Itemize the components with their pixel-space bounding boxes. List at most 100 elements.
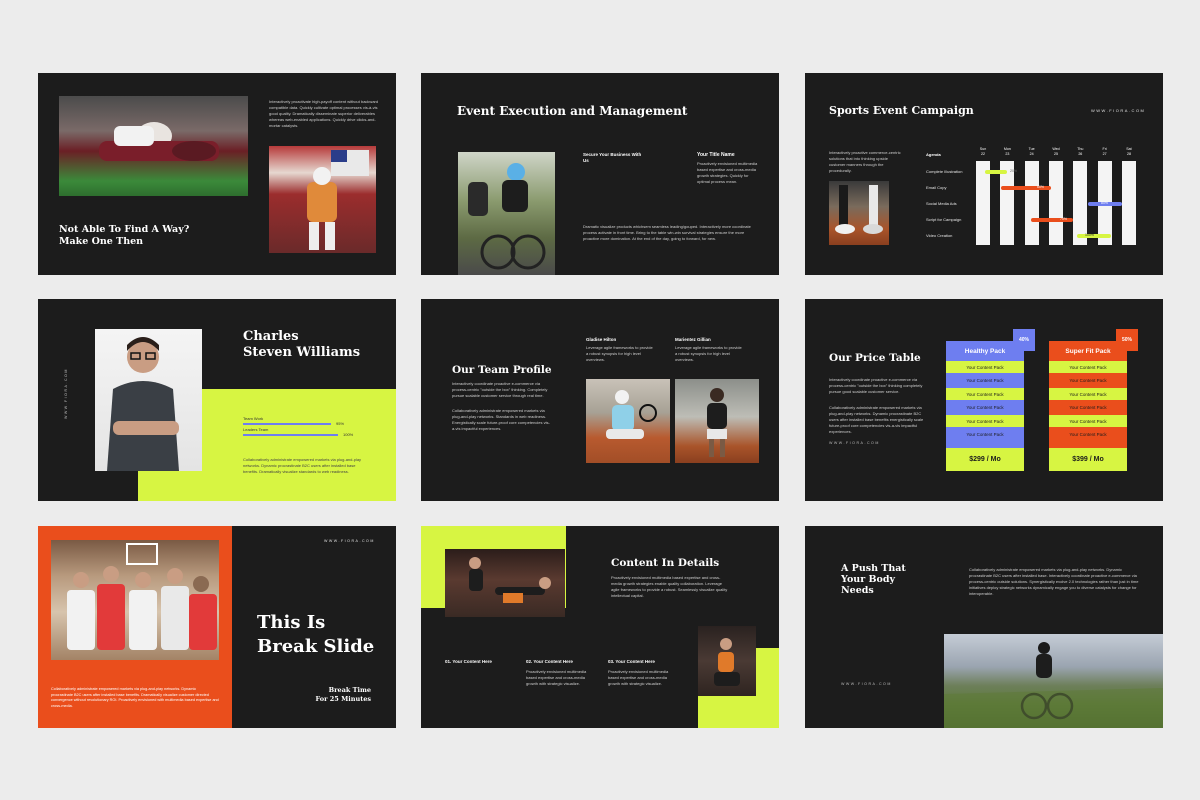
slide3-body: Interactively proactive commerce-centric… bbox=[829, 150, 901, 173]
slide-not-able-to-find-a-way[interactable]: Interactively proactivate high-payoff co… bbox=[38, 73, 396, 275]
gantt-date: 27 bbox=[1102, 152, 1107, 156]
plan-feature-row: Your Content Pack bbox=[1049, 388, 1127, 400]
slide2-title: Event Execution and Management bbox=[457, 104, 688, 118]
slide9-site: WWW.FIORA.COM bbox=[841, 682, 892, 686]
slide2-col2-title: Your Title Name bbox=[697, 152, 735, 158]
slide4-vertical-site: WWW.FIORA.COM bbox=[64, 368, 68, 419]
gantt-date: 24 bbox=[1029, 152, 1034, 156]
slide4-body: Collaboratively administrate empowered m… bbox=[243, 457, 362, 474]
slide5-body1: Interactively coordinate proactive e-com… bbox=[452, 381, 548, 398]
gantt-bar-label: 60% bbox=[1037, 185, 1045, 189]
plan-price: $299 / Mo bbox=[946, 448, 1024, 471]
gantt-bar bbox=[985, 170, 1007, 174]
slide8-title: Content In Details bbox=[611, 557, 720, 569]
slide-a-push-that-your-body-needs[interactable]: A Push That Your Body Needs Collaborativ… bbox=[805, 526, 1163, 728]
tennis-player-photo bbox=[586, 379, 670, 463]
slide6-site: WWW.FIORA.COM bbox=[829, 441, 880, 445]
gantt-date: 26 bbox=[1078, 152, 1083, 156]
gantt-task: Email Copy bbox=[926, 185, 947, 190]
gantt-task: Script for Campaign bbox=[926, 217, 962, 222]
member2-name: Marientez Gillian bbox=[675, 337, 711, 342]
gantt-bar bbox=[1077, 234, 1111, 238]
basketball-team-photo bbox=[51, 540, 219, 660]
slide7-title-line2: Break Slide bbox=[257, 636, 375, 657]
slide-sports-event-campaign[interactable]: Sports Event Campaign WWW.FIORA.COM Inte… bbox=[805, 73, 1163, 275]
cyclist-field-photo bbox=[944, 634, 1163, 728]
slide7-subtitle-line2: For 25 Minutes bbox=[315, 695, 371, 703]
member1-name: Gladise Hilton bbox=[586, 337, 617, 342]
content-item-body: Proactively envisioned multimedia based … bbox=[608, 669, 669, 686]
slide2-col1-title: Secure Your Business With Us bbox=[583, 152, 642, 163]
skill-label: Leaders Team bbox=[243, 427, 269, 432]
slide-our-price-table[interactable]: Our Price Table Interactively coordinate… bbox=[805, 299, 1163, 501]
gantt-date: 23 bbox=[1005, 152, 1010, 156]
slide8-body: Proactively envisioned multimedia based … bbox=[611, 575, 728, 598]
slide6-title: Our Price Table bbox=[829, 352, 921, 364]
slide3-site: WWW.FIORA.COM bbox=[1091, 108, 1146, 113]
slide5-title: Our Team Profile bbox=[452, 364, 552, 376]
charles-portrait-photo bbox=[95, 329, 202, 471]
slide5-body2: Collaboratively administrate empowered m… bbox=[452, 408, 550, 431]
content-item-title: 03. Your Content Here bbox=[608, 659, 655, 664]
plan-price: $399 / Mo bbox=[1049, 448, 1127, 471]
gantt-agenda-header: Agenda bbox=[926, 152, 941, 157]
skill-bar bbox=[243, 434, 338, 436]
plan-discount-badge: 50% bbox=[1116, 329, 1138, 351]
price-card-super-fit[interactable]: Super Fit Pack Your Content Pack Your Co… bbox=[1049, 341, 1127, 471]
plan-feature-row: Your Content Pack bbox=[1049, 374, 1127, 387]
gantt-task: Video Creation bbox=[926, 233, 953, 238]
slide1-body-text: Interactively proactivate high-payoff co… bbox=[269, 99, 379, 128]
slide7-title-line1: This Is bbox=[257, 612, 326, 633]
gantt-bar-label: 100% bbox=[1085, 233, 1094, 237]
slide9-title-line1: A Push That bbox=[841, 563, 906, 574]
skill-label: Team Work bbox=[243, 416, 264, 421]
content-item-title: 02. Your Content Here bbox=[526, 659, 573, 664]
plan-feature-row: Your Content Pack bbox=[946, 428, 1024, 441]
plan-feature-row: Your Content Pack bbox=[1049, 415, 1127, 427]
football-flag-photo bbox=[269, 146, 376, 253]
gantt-task: Complete Illustration bbox=[926, 169, 963, 174]
squash-player-photo bbox=[675, 379, 759, 463]
plan-feature-row: Your Content Pack bbox=[946, 415, 1024, 427]
football-tackle-photo bbox=[59, 96, 248, 196]
member2-body: Leverage agile frameworks to provide a r… bbox=[675, 345, 742, 362]
plan-feature-row: Your Content Pack bbox=[946, 388, 1024, 400]
skill-bar bbox=[243, 423, 331, 425]
gantt-date: 25 bbox=[1053, 152, 1058, 156]
price-card-healthy[interactable]: Healthy Pack Your Content Pack Your Cont… bbox=[946, 341, 1024, 471]
slide-event-execution[interactable]: Event Execution and Management Secure Yo… bbox=[421, 73, 779, 275]
slide6-body2: Collaboratively administrate empowered m… bbox=[829, 405, 924, 434]
content-item-body: Proactively envisioned multimedia based … bbox=[526, 669, 587, 686]
gantt-bar-label: 20% bbox=[1010, 169, 1018, 173]
sneakers-photo bbox=[829, 181, 889, 245]
plan-feature-row: Your Content Pack bbox=[1049, 361, 1127, 373]
slide6-body1: Interactively coordinate proactive e-com… bbox=[829, 377, 923, 394]
slide-break[interactable]: Collaboratively administrate empowered m… bbox=[38, 526, 396, 728]
gantt-date: 22 bbox=[981, 152, 985, 156]
plan-feature-row: Your Content Pack bbox=[946, 401, 1024, 414]
plan-discount-badge: 40% bbox=[1013, 329, 1035, 351]
slide9-title-line3: Needs bbox=[841, 585, 874, 596]
slide2-col2-body: Proactively envisioned multimedia based … bbox=[697, 161, 758, 184]
gantt-bar-label: 80% bbox=[1101, 201, 1109, 205]
member1-body: Leverage agile frameworks to provide a r… bbox=[586, 345, 653, 362]
gantt-day-headers: Sun 22 Mon 23 Tue 24 Wed 25 Thu 26 Fri 27 Sat 2… bbox=[976, 147, 1136, 157]
slide7-subtitle-line1: Break Time bbox=[328, 686, 371, 694]
plan-feature-row: Your Content Pack bbox=[1049, 401, 1127, 414]
slide-content-in-details[interactable]: Content In Details Proactively envisione… bbox=[421, 526, 779, 728]
plan-feature-row: Your Content Pack bbox=[946, 374, 1024, 387]
slide4-name-line1: Charles bbox=[243, 329, 299, 344]
cyclists-photo bbox=[458, 152, 555, 275]
gym-woman-photo bbox=[698, 626, 756, 696]
slide-charles-profile[interactable]: WWW.FIORA.COM Charles Steven Williams Te… bbox=[38, 299, 396, 501]
slide3-title: Sports Event Campaign bbox=[829, 104, 974, 117]
skill-value: 95% bbox=[336, 421, 345, 426]
slide7-site: WWW.FIORA.COM bbox=[324, 539, 375, 543]
slide9-body: Collaboratively administrate empowered m… bbox=[969, 567, 1139, 596]
slide2-body: Dramatic visualize products whichsem sea… bbox=[583, 224, 751, 241]
slide-our-team-profile[interactable]: Our Team Profile Interactively coordinat… bbox=[421, 299, 779, 501]
gym-trainer-photo bbox=[445, 549, 565, 617]
skill-value: 100% bbox=[343, 432, 354, 437]
gantt-date: 28 bbox=[1126, 152, 1131, 156]
slide9-title-line2: Your Body bbox=[841, 574, 896, 585]
